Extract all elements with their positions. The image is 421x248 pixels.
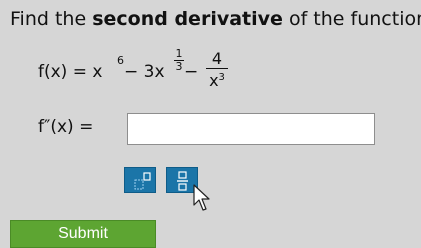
function-term-two: − 3x: [124, 62, 165, 82]
exponent-one-third: 1 3: [174, 48, 184, 73]
mouse-pointer-icon: [193, 184, 210, 211]
denominator-exponent: 3: [218, 72, 225, 83]
exponent-template-icon: [134, 172, 151, 190]
denominator-base: x: [209, 71, 219, 90]
exponent-six: 6: [117, 54, 124, 67]
prompt-emphasis: second derivative: [92, 8, 283, 30]
function-expression: f(x) = x 6 − 3x 1 3 − 4 x3: [38, 48, 298, 100]
function-lhs: f(x) = x: [38, 62, 103, 82]
answer-input[interactable]: [127, 113, 375, 145]
exponent-denominator: 3: [175, 60, 183, 73]
prompt-text-end: of the function.: [282, 8, 421, 30]
submit-button[interactable]: Submit: [10, 220, 156, 248]
prompt-text-start: Find the: [10, 8, 93, 30]
second-derivative-label: f″(x) =: [38, 117, 94, 137]
fraction-denominator: x3: [206, 69, 228, 90]
exponent-template-button[interactable]: [124, 167, 156, 193]
fraction-numerator: 4: [211, 49, 223, 68]
problem-prompt: Find the second derivative of the functi…: [10, 7, 421, 31]
exponent-numerator: 1: [175, 47, 183, 60]
fraction-four-over-x-cubed: 4 x3: [206, 50, 228, 90]
function-minus: −: [184, 62, 199, 82]
